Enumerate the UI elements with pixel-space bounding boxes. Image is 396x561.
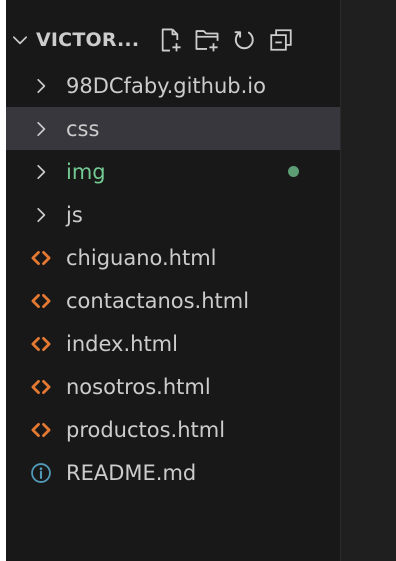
tree-item-label: README.md xyxy=(66,460,197,485)
tree-item-folder-img[interactable]: img xyxy=(6,150,340,193)
chevron-right-icon[interactable] xyxy=(26,71,56,101)
tree-item-folder-98dcfaby[interactable]: 98DCfaby.github.io xyxy=(6,64,340,107)
new-file-icon[interactable] xyxy=(153,23,187,57)
tree-item-label: nosotros.html xyxy=(66,374,211,399)
html-file-icon xyxy=(26,243,56,273)
tree-item-label: productos.html xyxy=(66,417,226,442)
workspace-title: VICTOR... xyxy=(36,29,140,51)
tree-item-label: css xyxy=(66,116,100,141)
html-file-icon xyxy=(26,286,56,316)
tree-item-folder-js[interactable]: js xyxy=(6,193,340,236)
chevron-right-icon[interactable] xyxy=(26,200,56,230)
tree-item-file-contactanos[interactable]: contactanos.html xyxy=(6,279,340,322)
tree-item-label: index.html xyxy=(66,331,178,356)
tree-item-label: img xyxy=(66,159,106,184)
html-file-icon xyxy=(26,372,56,402)
chevron-down-icon[interactable] xyxy=(6,26,34,54)
vscode-window: VICTOR... 98DCfaby.github.io css img js … xyxy=(6,0,396,561)
tree-item-file-readme[interactable]: README.md xyxy=(6,451,340,494)
chevron-right-icon[interactable] xyxy=(26,114,56,144)
new-folder-icon[interactable] xyxy=(190,23,224,57)
html-file-icon xyxy=(26,415,56,445)
chevron-right-icon[interactable] xyxy=(26,157,56,187)
tree-item-label: chiguano.html xyxy=(66,245,217,270)
tree-item-folder-css[interactable]: css xyxy=(6,107,340,150)
tree-item-file-nosotros[interactable]: nosotros.html xyxy=(6,365,340,408)
collapse-all-icon[interactable] xyxy=(264,23,298,57)
tree-item-label: 98DCfaby.github.io xyxy=(66,73,266,98)
info-icon xyxy=(26,458,56,488)
html-file-icon xyxy=(26,329,56,359)
tree-item-label: contactanos.html xyxy=(66,288,250,313)
explorer-header[interactable]: VICTOR... xyxy=(6,18,340,62)
tree-item-file-productos[interactable]: productos.html xyxy=(6,408,340,451)
explorer-actions xyxy=(153,23,301,57)
modified-indicator xyxy=(288,166,299,177)
tree-item-label: js xyxy=(66,202,83,227)
explorer-panel: VICTOR... 98DCfaby.github.io css img js … xyxy=(6,0,340,561)
editor-area xyxy=(341,0,396,561)
tree-item-file-chiguano[interactable]: chiguano.html xyxy=(6,236,340,279)
refresh-icon[interactable] xyxy=(227,23,261,57)
file-tree: 98DCfaby.github.io css img js chiguano.h… xyxy=(6,64,340,494)
tree-item-file-index[interactable]: index.html xyxy=(6,322,340,365)
